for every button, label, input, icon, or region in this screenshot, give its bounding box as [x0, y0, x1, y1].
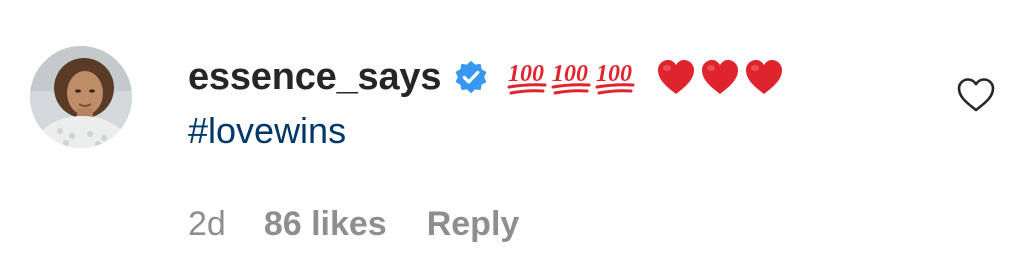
red-heart-emoji — [699, 57, 741, 97]
hearts-group — [655, 57, 787, 97]
username[interactable]: essence_says — [188, 56, 441, 99]
avatar-image — [30, 46, 132, 148]
emoji-group: 100 100 100 — [505, 57, 787, 97]
likes-count[interactable]: 86 likes — [264, 205, 387, 244]
avatar[interactable] — [30, 46, 132, 148]
svg-text:100: 100 — [508, 61, 544, 87]
red-heart-emoji — [655, 57, 697, 97]
timestamp[interactable]: 2d — [188, 205, 226, 244]
hundred-points-emoji: 100 — [549, 57, 593, 97]
svg-text:100: 100 — [552, 61, 588, 87]
svg-text:100: 100 — [596, 61, 632, 87]
comment-line: essence_says 100 100 100 — [188, 52, 787, 102]
hashtag-link[interactable]: #lovewins — [188, 110, 346, 152]
hundred-points-emoji: 100 — [505, 57, 549, 97]
heart-outline-icon[interactable] — [956, 76, 996, 114]
hundred-points-emoji: 100 — [593, 57, 637, 97]
reply-button[interactable]: Reply — [427, 205, 520, 244]
comment-footer: 2d 86 likes Reply — [188, 205, 519, 244]
red-heart-emoji — [743, 57, 785, 97]
verified-badge-icon — [453, 59, 489, 95]
comment: essence_says 100 100 100 #lovewins 2d 86… — [0, 0, 1024, 270]
